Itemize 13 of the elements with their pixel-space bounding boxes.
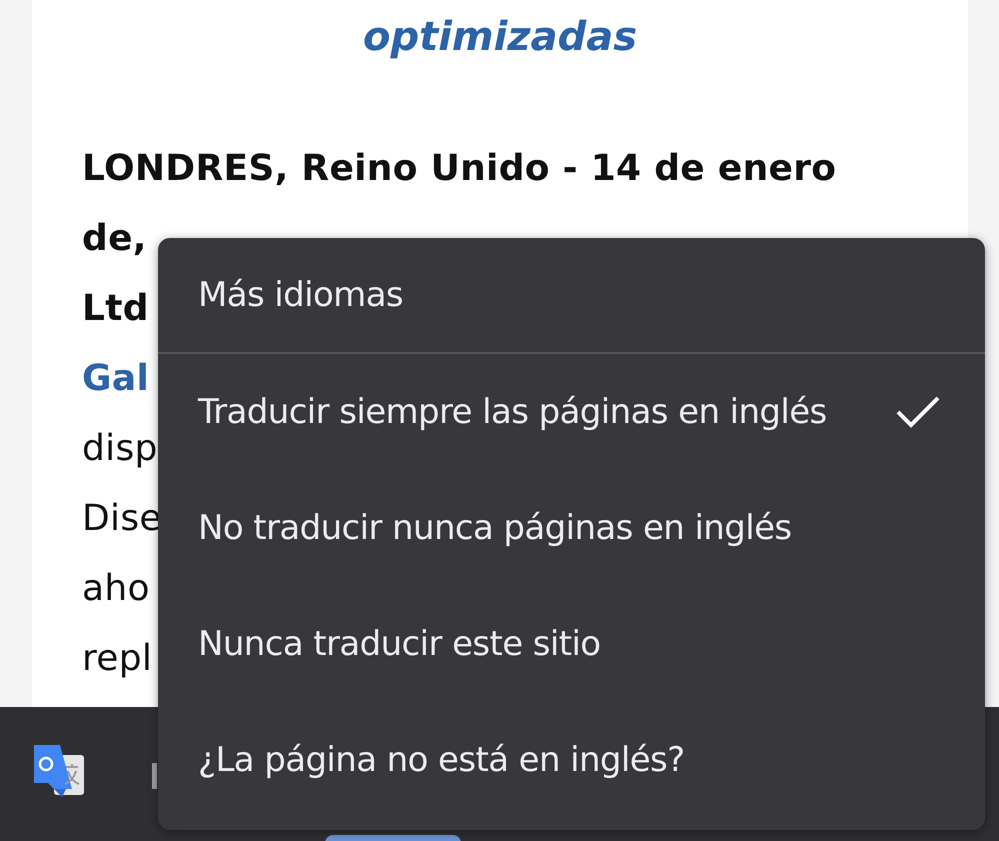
article-text: disp	[82, 427, 158, 471]
article-heading: optimizadas	[362, 13, 638, 62]
text-cursor	[152, 763, 157, 789]
article-link[interactable]: Gal	[82, 344, 150, 414]
article-text: repl	[82, 637, 152, 681]
article-text: Ltd	[82, 287, 149, 331]
menu-item[interactable]: ¿La página no está en inglés?	[158, 702, 985, 818]
menu-item[interactable]: Nunca traducir este sitio	[158, 586, 985, 702]
article-text: de,	[82, 217, 147, 261]
menu-item[interactable]: Traducir siempre las páginas en inglés	[158, 354, 985, 470]
article-text: aho	[82, 567, 150, 611]
article-text: LONDRES, Reino Unido - 14 de enero	[82, 147, 836, 191]
translate-icon[interactable]	[32, 745, 86, 799]
